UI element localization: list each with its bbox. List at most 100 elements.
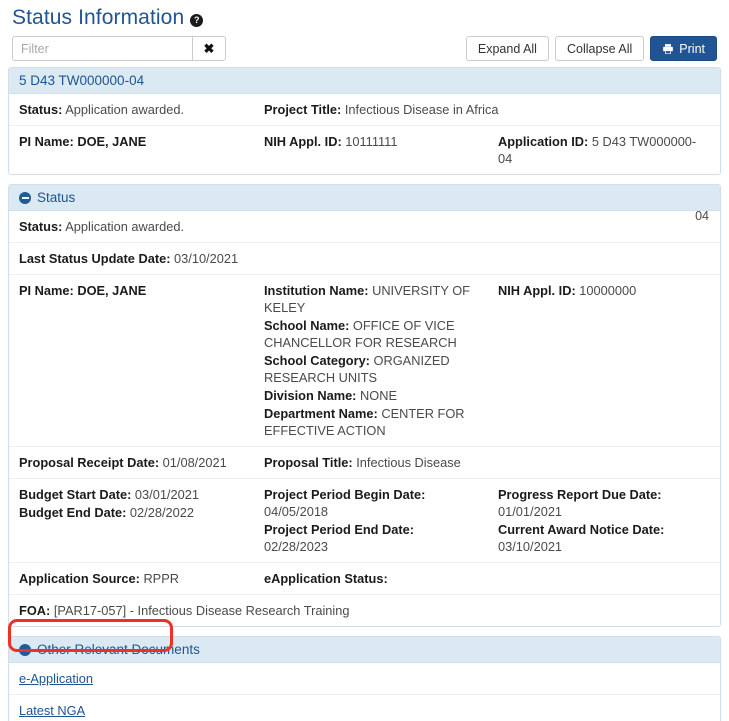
school-category-label: School Category: (264, 353, 370, 368)
summary-status-label: Status: (19, 102, 62, 117)
progress-report-due-field: Progress Report Due Date: 01/01/2021 (498, 486, 700, 520)
status-institution-cell: Institution Name: UNIVERSITY OF KELEY Sc… (264, 282, 498, 439)
division-name-label: Division Name: (264, 388, 356, 403)
status-current-cell: Status: Application awarded. (19, 218, 710, 235)
page-title: Status Information (12, 6, 184, 30)
proposal-receipt-cell: Proposal Receipt Date: 01/08/2021 (19, 454, 264, 471)
project-end-label: Project Period End Date: (264, 521, 488, 538)
summary-pi-cell: PI Name: DOE, JANE (19, 133, 264, 167)
project-begin-value: 04/05/2018 (264, 503, 488, 520)
status-current-value: Application awarded. (65, 219, 184, 234)
proposal-receipt-label: Proposal Receipt Date: (19, 455, 159, 470)
status-row-current-status: Status: Application awarded. (9, 211, 720, 243)
foa-label: FOA: (19, 603, 50, 618)
institution-name-field: Institution Name: UNIVERSITY OF KELEY (264, 282, 488, 316)
collapse-minus-circle-icon[interactable] (19, 192, 31, 204)
summary-status-value: Application awarded. (65, 102, 184, 117)
summary-application-id-cell: Application ID: 5 D43 TW000000-04 (498, 133, 710, 167)
filter-group: ✖ (12, 36, 226, 61)
documents-panel-title[interactable]: Other Relevant Documents (37, 642, 200, 657)
award-notice-date-value: 03/10/2021 (498, 538, 700, 555)
documents-panel-header[interactable]: Other Relevant Documents (9, 637, 720, 663)
summary-project-title-value: Infectious Disease in Africa (345, 102, 499, 117)
division-name-field: Division Name: NONE (264, 387, 488, 404)
proposal-title-label: Proposal Title: (264, 455, 353, 470)
status-pi-value: DOE, JANE (77, 283, 146, 298)
proposal-title-value: Infectious Disease (356, 455, 461, 470)
eapplication-status-label: eApplication Status: (264, 571, 388, 586)
latest-nga-link[interactable]: Latest NGA (19, 702, 85, 719)
budget-end-label: Budget End Date: (19, 505, 126, 520)
summary-row-identity: PI Name: DOE, JANE NIH Appl. ID: 1011111… (9, 126, 720, 174)
proposal-receipt-value: 01/08/2021 (163, 455, 227, 470)
school-category-field: School Category: ORGANIZED RESEARCH UNIT… (264, 352, 488, 386)
e-application-link[interactable]: e-Application (19, 670, 93, 687)
summary-pi-value: DOE, JANE (77, 134, 146, 149)
summary-nih-appl-cell: NIH Appl. ID: 10111111 (264, 133, 498, 167)
status-panel-header[interactable]: Status (9, 185, 720, 211)
stray-text-fragment: 04 (695, 209, 709, 223)
filter-input[interactable] (12, 36, 192, 61)
other-relevant-documents-panel: Other Relevant Documents e-Application L… (8, 636, 721, 721)
summary-panel: 5 D43 TW000000-04 Status: Application aw… (8, 67, 721, 175)
status-panel: Status Status: Application awarded. Last… (8, 184, 721, 627)
print-button[interactable]: Print (650, 36, 717, 61)
project-end-value: 02/28/2023 (264, 538, 488, 555)
project-period-cell: Project Period Begin Date: 04/05/2018 Pr… (264, 486, 498, 555)
summary-project-title-label: Project Title: (264, 102, 341, 117)
print-button-label: Print (679, 42, 705, 56)
summary-status-cell: Status: Application awarded. (19, 101, 264, 118)
summary-row-status: Status: Application awarded. Project Tit… (9, 94, 720, 126)
expand-all-button[interactable]: Expand All (466, 36, 549, 61)
summary-pi-label: PI Name: (19, 134, 74, 149)
application-source-value: RPPR (143, 571, 179, 586)
question-mark-circle-icon[interactable]: ? (190, 14, 203, 27)
status-information-page: Status Information ? ✖ Expand All Collap… (0, 0, 729, 721)
status-row-proposal: Proposal Receipt Date: 01/08/2021 Propos… (9, 447, 720, 479)
project-begin-label: Project Period Begin Date: (264, 486, 488, 503)
status-row-org: PI Name: DOE, JANE Institution Name: UNI… (9, 275, 720, 447)
grant-number: 5 D43 TW000000-04 (19, 73, 144, 88)
progress-report-due-label: Progress Report Due Date: (498, 486, 700, 503)
report-dates-cell: Progress Report Due Date: 01/01/2021 Cur… (498, 486, 710, 555)
proposal-title-cell: Proposal Title: Infectious Disease (264, 454, 710, 471)
clear-filter-button[interactable]: ✖ (192, 36, 226, 61)
application-source-label: Application Source: (19, 571, 140, 586)
list-item: Latest NGA (9, 695, 720, 721)
application-source-cell: Application Source: RPPR (19, 570, 264, 587)
collapse-all-button[interactable]: Collapse All (555, 36, 644, 61)
status-nih-appl-cell: NIH Appl. ID: 10000000 (498, 282, 710, 299)
department-name-field: Department Name: CENTER FOR EFFECTIVE AC… (264, 405, 488, 439)
department-name-label: Department Name: (264, 406, 378, 421)
award-notice-date-field: Current Award Notice Date: 03/10/2021 (498, 521, 700, 555)
school-name-label: School Name: (264, 318, 349, 333)
budget-start-label: Budget Start Date: (19, 487, 131, 502)
page-title-row: Status Information ? (8, 0, 721, 32)
eapplication-status-cell: eApplication Status: (264, 570, 710, 587)
budget-dates-cell: Budget Start Date: 03/01/2021 Budget End… (19, 486, 264, 521)
list-item: e-Application (9, 663, 720, 695)
summary-application-id-label: Application ID: (498, 134, 588, 149)
summary-nih-appl-label: NIH Appl. ID: (264, 134, 342, 149)
toolbar-buttons: Expand All Collapse All Print (466, 36, 717, 61)
status-last-update-label: Last Status Update Date: (19, 251, 170, 266)
status-pi-cell: PI Name: DOE, JANE (19, 282, 264, 299)
summary-project-title-cell: Project Title: Infectious Disease in Afr… (264, 101, 710, 118)
budget-end-field: Budget End Date: 02/28/2022 (19, 504, 254, 521)
foa-cell: FOA: [PAR17-057] - Infectious Disease Re… (19, 602, 710, 619)
status-pi-label: PI Name: (19, 283, 74, 298)
status-nih-appl-value: 10000000 (579, 283, 636, 298)
status-row-source: Application Source: RPPR eApplication St… (9, 563, 720, 595)
status-current-label: Status: (19, 219, 62, 234)
printer-icon (662, 43, 674, 55)
budget-start-value: 03/01/2021 (135, 487, 199, 502)
collapse-minus-circle-icon[interactable] (19, 644, 31, 656)
budget-start-field: Budget Start Date: 03/01/2021 (19, 486, 254, 503)
toolbar: ✖ Expand All Collapse All Print (8, 32, 721, 67)
status-last-update-value: 03/10/2021 (174, 251, 238, 266)
institution-name-label: Institution Name: (264, 283, 369, 298)
status-nih-appl-label: NIH Appl. ID: (498, 283, 576, 298)
summary-panel-header: 5 D43 TW000000-04 (9, 68, 720, 94)
status-row-dates: Budget Start Date: 03/01/2021 Budget End… (9, 479, 720, 563)
status-panel-title[interactable]: Status (37, 190, 75, 205)
